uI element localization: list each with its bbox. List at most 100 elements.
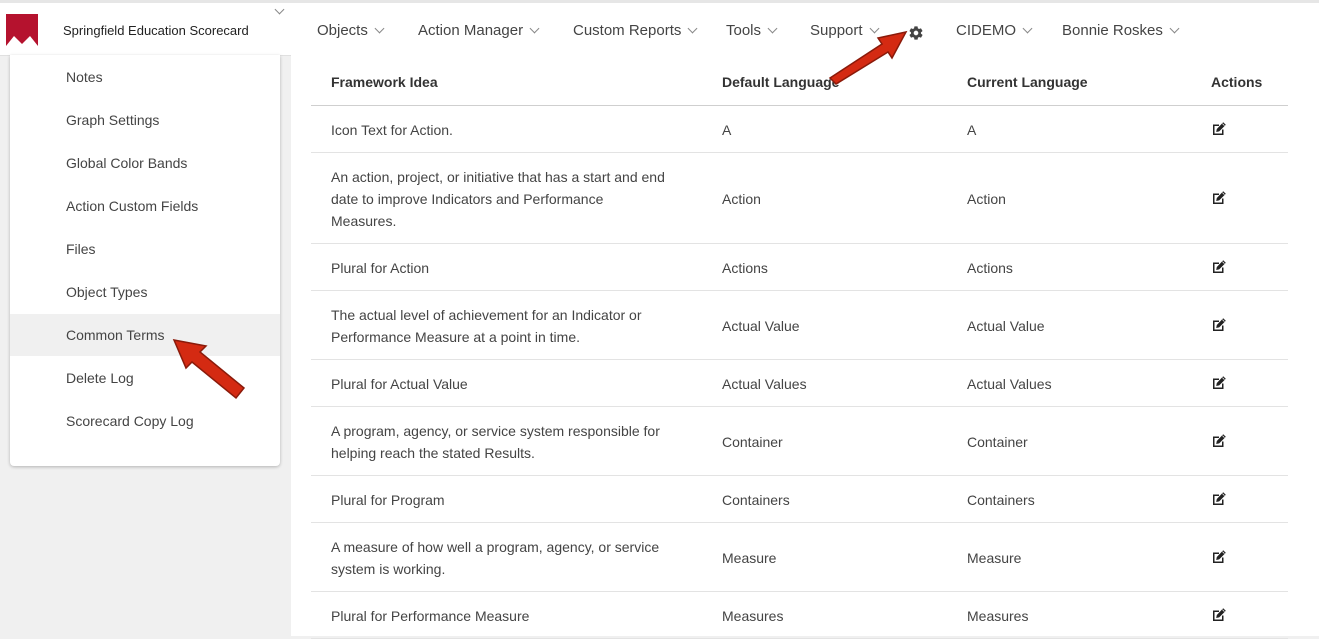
- framework-idea-line: Measures.: [331, 213, 397, 229]
- nav-cidemo-label: CIDEMO: [956, 22, 1016, 39]
- header-default-language[interactable]: Default Language: [722, 74, 839, 90]
- header-actions: Actions: [1211, 74, 1263, 90]
- nav-action-manager[interactable]: Action Manager: [418, 22, 540, 39]
- table-row: Plural for Performance Measure Measures Me…: [311, 592, 1288, 639]
- table-row: A measure of how well a program, agency,…: [311, 523, 1288, 592]
- nav-custom-reports[interactable]: Custom Reports: [573, 22, 698, 39]
- framework-idea-line: Plural for Action: [331, 260, 430, 276]
- framework-idea-cell: Plural for Program: [331, 489, 691, 511]
- table-row: Icon Text for Action. A A: [311, 106, 1288, 153]
- header-current-language[interactable]: Current Language: [967, 74, 1088, 90]
- edit-icon[interactable]: [1211, 317, 1227, 333]
- framework-idea-line: Icon Text for Action.: [331, 122, 453, 138]
- framework-idea-cell: Plural for Actual Value: [331, 373, 691, 395]
- framework-idea-line: date to improve Indicators and Performan…: [331, 191, 604, 207]
- table-header: Framework Idea Default Language Current …: [311, 55, 1288, 106]
- organization-name[interactable]: Springfield Education Scorecard: [63, 23, 249, 38]
- framework-idea-cell: Icon Text for Action.: [331, 119, 691, 141]
- chevron-down-icon[interactable]: [274, 4, 285, 15]
- logo-icon[interactable]: [6, 14, 38, 46]
- nav-support[interactable]: Support: [810, 22, 879, 39]
- edit-icon[interactable]: [1211, 259, 1227, 275]
- framework-idea-line: A measure of how well a program, agency,…: [331, 539, 660, 555]
- current-language-cell: A: [967, 122, 977, 138]
- nav-cidemo[interactable]: CIDEMO: [956, 22, 1033, 39]
- current-language-cell: Container: [967, 434, 1028, 450]
- top-navigation-bar: Springfield Education Scorecard Objects A…: [0, 0, 1319, 56]
- edit-icon[interactable]: [1211, 375, 1227, 391]
- edit-icon[interactable]: [1211, 433, 1227, 449]
- framework-idea-line: The actual level of achievement for an I…: [331, 307, 642, 323]
- framework-idea-cell: A program, agency, or service system res…: [331, 420, 691, 464]
- sidebar-item-delete-log[interactable]: Delete Log: [10, 357, 280, 399]
- sidebar-item-object-types[interactable]: Object Types: [10, 271, 280, 313]
- default-language-cell: Measures: [722, 608, 784, 624]
- edit-icon[interactable]: [1211, 491, 1227, 507]
- table-row: Plural for Action Actions Actions: [311, 244, 1288, 291]
- default-language-cell: Container: [722, 434, 783, 450]
- nav-user[interactable]: Bonnie Roskes: [1062, 22, 1180, 39]
- current-language-cell: Measures: [967, 608, 1029, 624]
- chevron-down-icon: [1169, 23, 1180, 34]
- sidebar-item-scorecard-copy-log[interactable]: Scorecard Copy Log: [10, 400, 280, 442]
- default-language-cell: Action: [722, 191, 761, 207]
- nav-tools-label: Tools: [726, 22, 762, 39]
- nav-support-label: Support: [810, 22, 863, 39]
- default-language-cell: Actual Values: [722, 376, 807, 392]
- current-language-cell: Actual Values: [967, 376, 1052, 392]
- table-row: Plural for Program Containers Containers: [311, 476, 1288, 523]
- framework-idea-line: Plural for Program: [331, 492, 445, 508]
- sidebar-item-files[interactable]: Files: [10, 228, 280, 270]
- main-content: Framework Idea Default Language Current …: [291, 55, 1319, 639]
- current-language-cell: Containers: [967, 492, 1035, 508]
- framework-idea-line: Plural for Performance Measure: [331, 608, 530, 624]
- chevron-down-icon: [767, 23, 778, 34]
- edit-icon[interactable]: [1211, 607, 1227, 623]
- sidebar-item-common-terms[interactable]: Common Terms: [10, 314, 280, 356]
- framework-idea-cell: A measure of how well a program, agency,…: [331, 536, 691, 580]
- default-language-cell: Containers: [722, 492, 790, 508]
- default-language-cell: Actual Value: [722, 318, 800, 334]
- framework-idea-line: system is working.: [331, 561, 446, 577]
- nav-objects[interactable]: Objects: [317, 22, 385, 39]
- framework-idea-line: helping reach the stated Results.: [331, 445, 535, 461]
- framework-idea-line: Performance Measure at a point in time.: [331, 329, 581, 345]
- table-row: An action, project, or initiative that h…: [311, 153, 1288, 244]
- nav-user-label: Bonnie Roskes: [1062, 22, 1163, 39]
- nav-objects-label: Objects: [317, 22, 368, 39]
- table-row: The actual level of achievement for an I…: [311, 291, 1288, 360]
- header-framework-idea[interactable]: Framework Idea: [331, 74, 438, 90]
- chevron-down-icon: [374, 23, 385, 34]
- current-language-cell: Actual Value: [967, 318, 1045, 334]
- settings-sidebar: Notes Graph Settings Global Color Bands Act…: [10, 55, 280, 466]
- current-language-cell: Measure: [967, 550, 1022, 566]
- sidebar-item-action-custom-fields[interactable]: Action Custom Fields: [10, 185, 280, 227]
- chevron-down-icon: [869, 23, 879, 34]
- framework-idea-line: A program, agency, or service system res…: [331, 423, 660, 439]
- framework-idea-line: Plural for Actual Value: [331, 376, 468, 392]
- chevron-down-icon: [529, 23, 540, 34]
- table-row: Plural for Actual Value Actual Values Actu…: [311, 360, 1288, 407]
- common-terms-table: Framework Idea Default Language Current …: [311, 55, 1288, 639]
- framework-idea-line: An action, project, or initiative that h…: [331, 169, 665, 185]
- default-language-cell: Actions: [722, 260, 768, 276]
- current-language-cell: Action: [967, 191, 1006, 207]
- chevron-down-icon: [687, 23, 698, 34]
- sidebar-item-notes[interactable]: Notes: [10, 56, 280, 98]
- sidebar-item-global-color-bands[interactable]: Global Color Bands: [10, 142, 280, 184]
- framework-idea-cell: The actual level of achievement for an I…: [331, 304, 691, 348]
- edit-icon[interactable]: [1211, 549, 1227, 565]
- framework-idea-cell: An action, project, or initiative that h…: [331, 166, 691, 232]
- chevron-down-icon: [1022, 23, 1033, 34]
- nav-tools[interactable]: Tools: [726, 22, 778, 39]
- default-language-cell: Measure: [722, 550, 777, 566]
- edit-icon[interactable]: [1211, 121, 1227, 137]
- edit-icon[interactable]: [1211, 190, 1227, 206]
- framework-idea-cell: Plural for Action: [331, 257, 691, 279]
- table-row: A program, agency, or service system res…: [311, 407, 1288, 476]
- nav-action-manager-label: Action Manager: [418, 22, 524, 39]
- sidebar-item-graph-settings[interactable]: Graph Settings: [10, 99, 280, 141]
- gear-icon[interactable]: [908, 25, 924, 41]
- default-language-cell: A: [722, 122, 732, 138]
- current-language-cell: Actions: [967, 260, 1013, 276]
